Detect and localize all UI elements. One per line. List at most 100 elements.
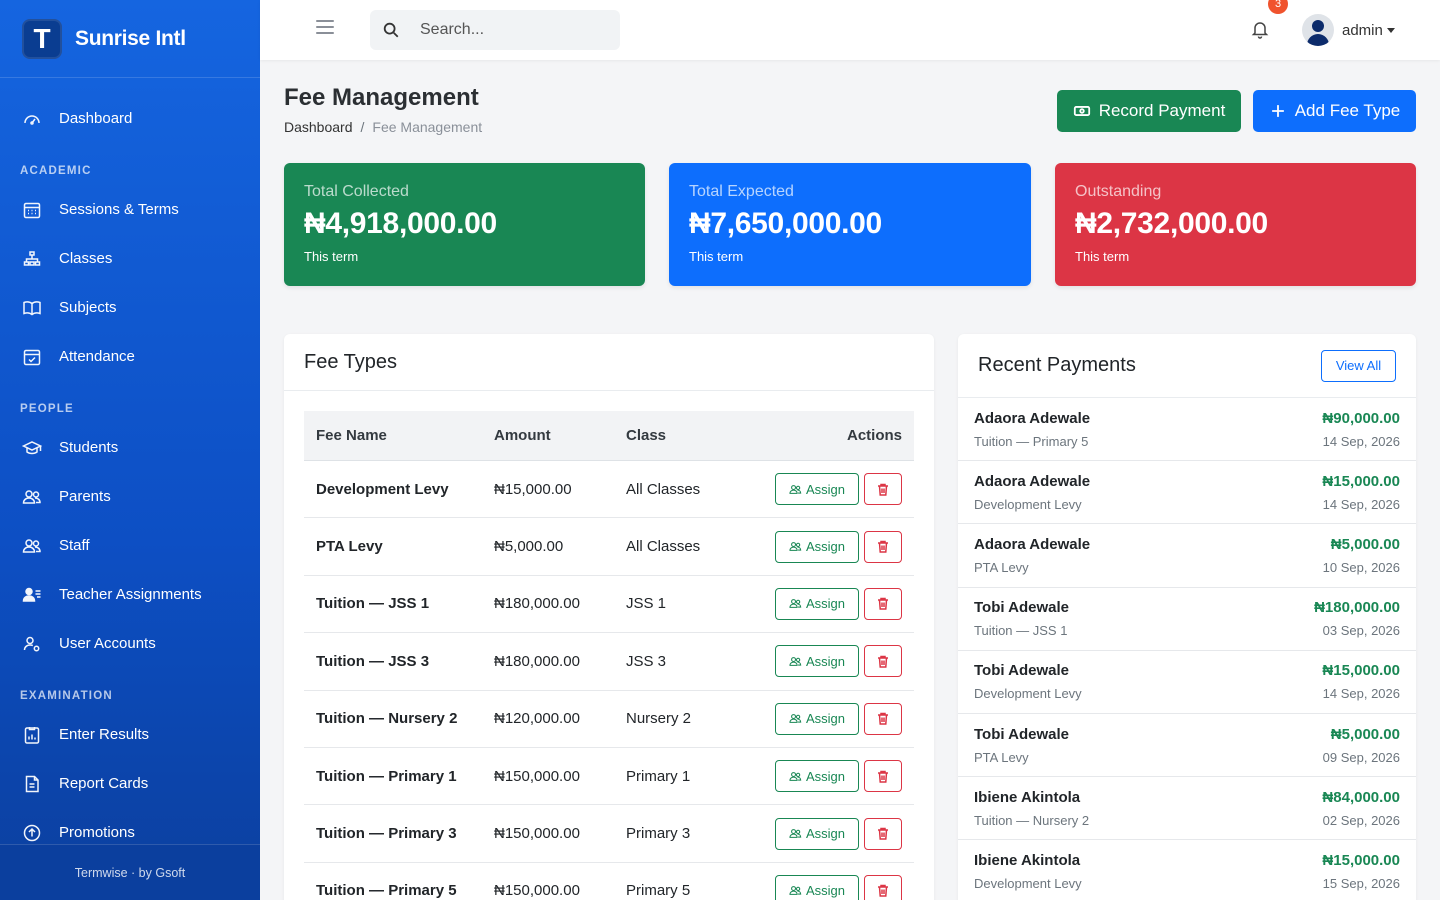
fee-amount-cell: ₦120,000.00 (494, 710, 580, 728)
list-item[interactable]: Adaora Adewale ₦90,000.00 Tuition — Primar… (958, 398, 1416, 462)
payer-name: Tobi Adewale (974, 725, 1070, 743)
payer-name: Adaora Adewale (974, 409, 1091, 427)
fee-actions-cell: Assign (764, 587, 914, 620)
assign-button[interactable]: Assign (775, 473, 859, 506)
sidebar-item-enter-results[interactable]: Enter Results (0, 710, 260, 759)
table-body: Development Levy ₦15,000.00 All Classes Ass… (304, 461, 914, 900)
payment-primary-row: Ibiene Akintola ₦84,000.00 (974, 789, 1400, 806)
delete-button[interactable] (864, 530, 902, 563)
caret-down-icon (1386, 27, 1395, 33)
delete-button[interactable] (864, 587, 902, 620)
add-fee-type-button[interactable]: Add Fee Type (1253, 90, 1416, 132)
brand[interactable]: T Sunrise Intl (0, 0, 260, 78)
sidebar: T Sunrise Intl Dashboard ACADEMIC Sessio… (0, 0, 260, 900)
sidebar-item-students[interactable]: Students (0, 423, 260, 472)
sidebar-item-label: Parents (59, 488, 111, 505)
payment-amount: ₦15,000.00 (1322, 662, 1400, 680)
payer-name: Ibiene Akintola (974, 851, 1081, 869)
users-icon (789, 599, 802, 609)
assign-label: Assign (805, 481, 846, 497)
payment-primary-row: Tobi Adewale ₦180,000.00 (974, 599, 1400, 616)
payment-secondary-row: Development Levy 14 Sep, 2026 (974, 490, 1400, 512)
calendar-grid-icon (23, 202, 41, 218)
payment-date: 15 Sep, 2026 (1322, 875, 1400, 891)
open-book-icon (23, 300, 41, 315)
user-name: admin (1342, 21, 1383, 39)
assign-label: Assign (805, 653, 846, 669)
sidebar-item-report-cards[interactable]: Report Cards (0, 759, 260, 808)
sidebar-item-label: Report Cards (59, 775, 149, 792)
users-icon (789, 771, 802, 781)
delete-button[interactable] (864, 817, 902, 850)
list-item[interactable]: Tobi Adewale ₦5,000.00 PTA Levy 09 Sep, 202… (958, 714, 1416, 778)
payment-date: 14 Sep, 2026 (1322, 686, 1400, 702)
table-row: Tuition — Primary 1 ₦150,000.00 Primary 1 A… (304, 748, 914, 806)
delete-button[interactable] (864, 760, 902, 793)
view-all-button[interactable]: View All (1321, 349, 1396, 382)
table-row: Tuition — Primary 5 ₦150,000.00 Primary 5 A… (304, 863, 914, 900)
notifications-button[interactable] (1250, 19, 1272, 41)
table-row: Tuition — Primary 3 ₦150,000.00 Primary 3 A… (304, 805, 914, 863)
delete-button[interactable] (864, 702, 902, 735)
sidebar-item-user-accounts[interactable]: User Accounts (0, 619, 260, 668)
table-row: Tuition — JSS 1 ₦180,000.00 JSS 1 Assign (304, 576, 914, 634)
user-menu[interactable]: admin (1302, 14, 1395, 46)
assign-button[interactable]: Assign (775, 645, 859, 678)
sidebar-item-classes[interactable]: Classes (0, 234, 260, 283)
payer-name: Adaora Adewale (974, 472, 1091, 490)
user-list-icon (22, 587, 41, 602)
gauge-icon (24, 114, 40, 125)
payment-secondary-row: Tuition — JSS 1 03 Sep, 2026 (974, 616, 1400, 638)
sidebar-item-sessions[interactable]: Sessions & Terms (0, 185, 260, 234)
sidebar-item-label: Sessions & Terms (59, 201, 179, 218)
assign-button[interactable]: Assign (775, 530, 859, 563)
list-item[interactable]: Ibiene Akintola ₦15,000.00 Development Lev… (958, 840, 1416, 900)
list-item[interactable]: Ibiene Akintola ₦84,000.00 Tuition — Nurse… (958, 777, 1416, 841)
list-item[interactable]: Adaora Adewale ₦5,000.00 PTA Levy 10 Sep, 2… (958, 524, 1416, 588)
sidebar-item-dashboard[interactable]: Dashboard (0, 94, 260, 143)
assign-button[interactable]: Assign (775, 874, 859, 900)
sidebar-item-parents[interactable]: Parents (0, 472, 260, 521)
payment-secondary-row: Tuition — Nursery 2 02 Sep, 2026 (974, 806, 1400, 828)
sidebar-item-subjects[interactable]: Subjects (0, 283, 260, 332)
breadcrumb: Dashboard / Fee Management (284, 119, 482, 135)
sidebar-item-staff[interactable]: Staff (0, 521, 260, 570)
assign-button[interactable]: Assign (775, 587, 859, 620)
payer-name: Tobi Adewale (974, 662, 1070, 680)
payment-secondary-row: PTA Levy 09 Sep, 2026 (974, 743, 1400, 765)
table-row: PTA Levy ₦5,000.00 All Classes Assign (304, 518, 914, 576)
page-title: Fee Management (284, 84, 479, 111)
table-row: Development Levy ₦15,000.00 All Classes Ass… (304, 461, 914, 519)
column-header-actions: Actions (846, 427, 902, 444)
sidebar-item-attendance[interactable]: Attendance (0, 332, 260, 381)
clipboard-chart-icon (24, 726, 40, 744)
fee-class-cell: Primary 5 (626, 882, 691, 900)
avatar (1302, 14, 1334, 46)
delete-button[interactable] (864, 645, 902, 678)
sidebar-item-label: Students (59, 439, 119, 456)
fee-actions-cell: Assign (764, 530, 914, 563)
menu-toggle-icon[interactable] (316, 20, 334, 34)
delete-button[interactable] (864, 874, 902, 900)
assign-button[interactable]: Assign (775, 760, 859, 793)
sidebar-item-teacher-assignments[interactable]: Teacher Assignments (0, 570, 260, 619)
list-item[interactable]: Adaora Adewale ₦15,000.00 Development Levy… (958, 461, 1416, 525)
search-input[interactable] (420, 21, 600, 39)
fee-name-cell: Tuition — Primary 1 (316, 767, 457, 785)
delete-button[interactable] (864, 473, 902, 506)
sidebar-item-label: Teacher Assignments (59, 586, 202, 603)
trash-icon (878, 655, 888, 668)
list-item[interactable]: Tobi Adewale ₦15,000.00 Development Levy 14… (958, 651, 1416, 714)
assign-button[interactable]: Assign (775, 702, 859, 735)
trash-icon (878, 770, 888, 783)
stat-value: ₦4,918,000.00 (304, 207, 497, 240)
trash-icon (878, 885, 888, 898)
assign-button[interactable]: Assign (775, 817, 859, 850)
breadcrumb-home[interactable]: Dashboard (284, 119, 353, 135)
list-item[interactable]: Tobi Adewale ₦180,000.00 Tuition — JSS 1 03… (958, 588, 1416, 651)
sidebar-section-examination: EXAMINATION (20, 690, 113, 702)
payment-primary-row: Adaora Adewale ₦5,000.00 (974, 536, 1400, 553)
payment-date: 10 Sep, 2026 (1322, 559, 1400, 575)
trash-icon (878, 827, 888, 840)
record-payment-button[interactable]: Record Payment (1057, 90, 1241, 132)
